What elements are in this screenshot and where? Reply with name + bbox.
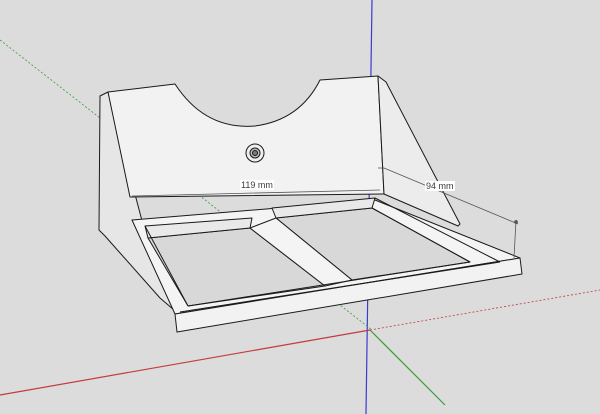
depth-dimension-label: 94 mm xyxy=(425,181,455,191)
depth-extension-bottom xyxy=(513,219,517,259)
scene-canvas[interactable] xyxy=(0,0,600,414)
right-side-panel[interactable] xyxy=(377,75,461,227)
width-dimension-label: 119 mm xyxy=(240,180,274,190)
depth-endpoint-marker xyxy=(514,220,518,224)
stand-model[interactable] xyxy=(98,75,523,333)
modeling-viewport[interactable]: 119 mm 94 mm xyxy=(0,0,600,414)
green-axis xyxy=(369,329,446,406)
back-panel[interactable] xyxy=(107,75,385,198)
red-axis xyxy=(0,329,371,396)
screw-hole-core xyxy=(252,150,258,156)
red-axis-dotted xyxy=(369,289,600,331)
